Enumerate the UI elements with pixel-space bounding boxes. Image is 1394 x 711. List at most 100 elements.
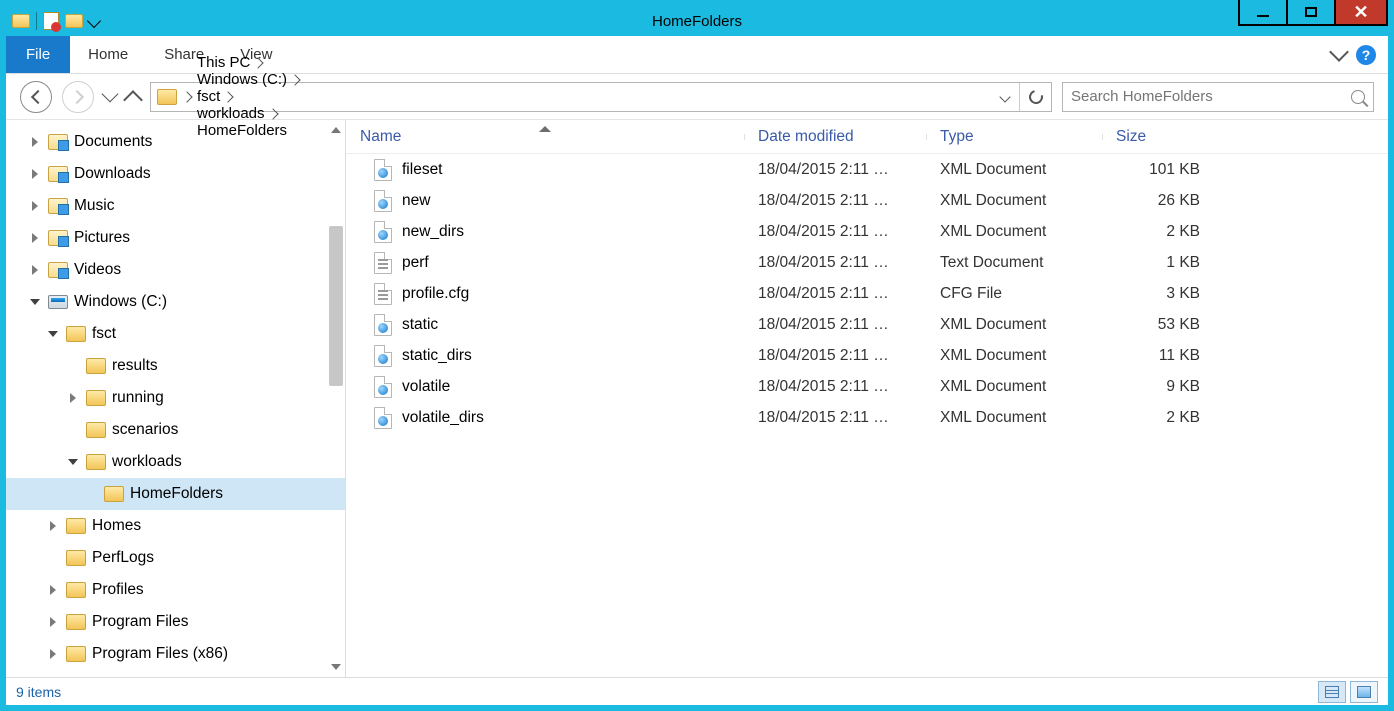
file-row[interactable]: static_dirs18/04/2015 2:11 …XML Document… xyxy=(346,340,1388,371)
lib-icon xyxy=(48,230,68,246)
sort-indicator-icon xyxy=(539,126,551,132)
details-view-button[interactable] xyxy=(1318,681,1346,703)
address-history-dropdown[interactable] xyxy=(991,83,1019,111)
expander-icon[interactable] xyxy=(66,393,80,403)
tab-home[interactable]: Home xyxy=(70,36,146,73)
file-type: Text Document xyxy=(926,254,1102,272)
tree-node[interactable]: Downloads xyxy=(6,158,345,190)
up-button[interactable] xyxy=(123,90,143,110)
scroll-down-icon[interactable] xyxy=(327,657,345,677)
file-date: 18/04/2015 2:11 … xyxy=(744,378,926,396)
tree-node[interactable]: workloads xyxy=(6,446,345,478)
breadcrumb-segment[interactable]: This PC xyxy=(193,54,303,71)
file-row[interactable]: perf18/04/2015 2:11 …Text Document1 KB xyxy=(346,247,1388,278)
expander-icon[interactable] xyxy=(28,299,42,305)
tree-node[interactable]: Program Files (x86) xyxy=(6,638,345,670)
navigation-tree[interactable]: DocumentsDownloadsMusicPictures Videos Win… xyxy=(6,120,346,677)
column-size[interactable]: Size xyxy=(1102,128,1220,146)
expander-icon[interactable] xyxy=(28,201,42,211)
file-row[interactable]: fileset18/04/2015 2:11 …XML Document101 … xyxy=(346,154,1388,185)
file-type: XML Document xyxy=(926,409,1102,427)
file-date: 18/04/2015 2:11 … xyxy=(744,347,926,365)
tree-node[interactable]: Pictures xyxy=(6,222,345,254)
app-icon[interactable] xyxy=(12,14,30,28)
file-date: 18/04/2015 2:11 … xyxy=(744,192,926,210)
maximize-button[interactable] xyxy=(1286,0,1334,26)
crumb-root-sep[interactable] xyxy=(181,91,192,102)
expander-icon[interactable] xyxy=(46,617,60,627)
expander-icon[interactable] xyxy=(28,233,42,243)
column-date[interactable]: Date modified xyxy=(744,128,926,146)
expander-icon[interactable] xyxy=(28,169,42,179)
large-icons-view-button[interactable] xyxy=(1350,681,1378,703)
column-name[interactable]: Name xyxy=(346,128,744,146)
qat-dropdown-icon[interactable] xyxy=(87,14,101,28)
column-type[interactable]: Type xyxy=(926,128,1102,146)
expander-icon[interactable] xyxy=(46,331,60,337)
expander-icon[interactable] xyxy=(28,265,42,275)
scroll-up-icon[interactable] xyxy=(327,120,345,140)
tree-node-label: Program Files (x86) xyxy=(92,645,228,663)
back-button[interactable] xyxy=(20,81,52,113)
lib-icon xyxy=(48,262,68,278)
chevron-right-icon[interactable] xyxy=(289,74,300,85)
tree-node[interactable]: scenarios xyxy=(6,414,345,446)
tree-node[interactable]: results xyxy=(6,350,345,382)
expander-icon[interactable] xyxy=(66,459,80,465)
address-folder-icon xyxy=(157,89,177,105)
file-type: XML Document xyxy=(926,223,1102,241)
tree-node[interactable]: HomeFolders xyxy=(6,478,345,510)
tree-node[interactable]: Documents xyxy=(6,126,345,158)
help-button[interactable]: ? xyxy=(1356,45,1376,65)
file-icon xyxy=(374,221,392,243)
breadcrumb-segment[interactable]: Windows (C:) xyxy=(193,71,303,88)
close-icon: ✕ xyxy=(1353,3,1368,21)
file-tab[interactable]: File xyxy=(6,36,70,73)
file-row[interactable]: volatile_dirs18/04/2015 2:11 …XML Docume… xyxy=(346,402,1388,433)
folder-icon xyxy=(86,390,106,406)
expander-icon[interactable] xyxy=(28,137,42,147)
expander-icon[interactable] xyxy=(46,585,60,595)
refresh-button[interactable] xyxy=(1019,83,1051,111)
tree-scrollbar[interactable] xyxy=(327,120,345,677)
file-icon xyxy=(374,345,392,367)
search-box[interactable] xyxy=(1062,82,1374,112)
close-button[interactable]: ✕ xyxy=(1334,0,1388,26)
file-name: profile.cfg xyxy=(402,285,469,303)
new-folder-icon[interactable] xyxy=(65,14,83,28)
expander-icon[interactable] xyxy=(46,521,60,531)
file-icon xyxy=(374,283,392,305)
tree-node[interactable]: Profiles xyxy=(6,574,345,606)
chevron-right-icon[interactable] xyxy=(267,108,278,119)
breadcrumb-segment[interactable]: fsct xyxy=(193,88,303,105)
expand-ribbon-icon[interactable] xyxy=(1329,42,1349,62)
tree-node[interactable]: PerfLogs xyxy=(6,542,345,574)
file-name: volatile xyxy=(402,378,450,396)
address-bar[interactable]: This PCWindows (C:)fsctworkloadsHomeFold… xyxy=(150,82,1052,112)
tree-node[interactable]: running xyxy=(6,382,345,414)
file-row[interactable]: static18/04/2015 2:11 …XML Document53 KB xyxy=(346,309,1388,340)
tree-node[interactable]: Videos xyxy=(6,254,345,286)
tree-node[interactable]: Homes xyxy=(6,510,345,542)
scroll-thumb[interactable] xyxy=(329,226,343,386)
properties-icon[interactable] xyxy=(43,12,59,30)
tree-node[interactable]: Program Files xyxy=(6,606,345,638)
tree-node[interactable]: fsct xyxy=(6,318,345,350)
file-row[interactable]: new18/04/2015 2:11 …XML Document26 KB xyxy=(346,185,1388,216)
file-icon xyxy=(374,190,392,212)
file-row[interactable]: volatile18/04/2015 2:11 …XML Document9 K… xyxy=(346,371,1388,402)
forward-arrow-icon xyxy=(69,89,83,103)
search-input[interactable] xyxy=(1071,88,1365,105)
forward-button[interactable] xyxy=(62,81,94,113)
tree-node-label: Videos xyxy=(74,261,121,279)
file-row[interactable]: new_dirs18/04/2015 2:11 …XML Document2 K… xyxy=(346,216,1388,247)
tree-node[interactable]: Music xyxy=(6,190,345,222)
minimize-button[interactable] xyxy=(1238,0,1286,26)
chevron-right-icon[interactable] xyxy=(253,57,264,68)
file-date: 18/04/2015 2:11 … xyxy=(744,161,926,179)
expander-icon[interactable] xyxy=(46,649,60,659)
chevron-right-icon[interactable] xyxy=(223,91,234,102)
recent-locations-dropdown[interactable] xyxy=(102,85,119,102)
tree-node[interactable]: Windows (C:) xyxy=(6,286,345,318)
file-row[interactable]: profile.cfg18/04/2015 2:11 …CFG File3 KB xyxy=(346,278,1388,309)
